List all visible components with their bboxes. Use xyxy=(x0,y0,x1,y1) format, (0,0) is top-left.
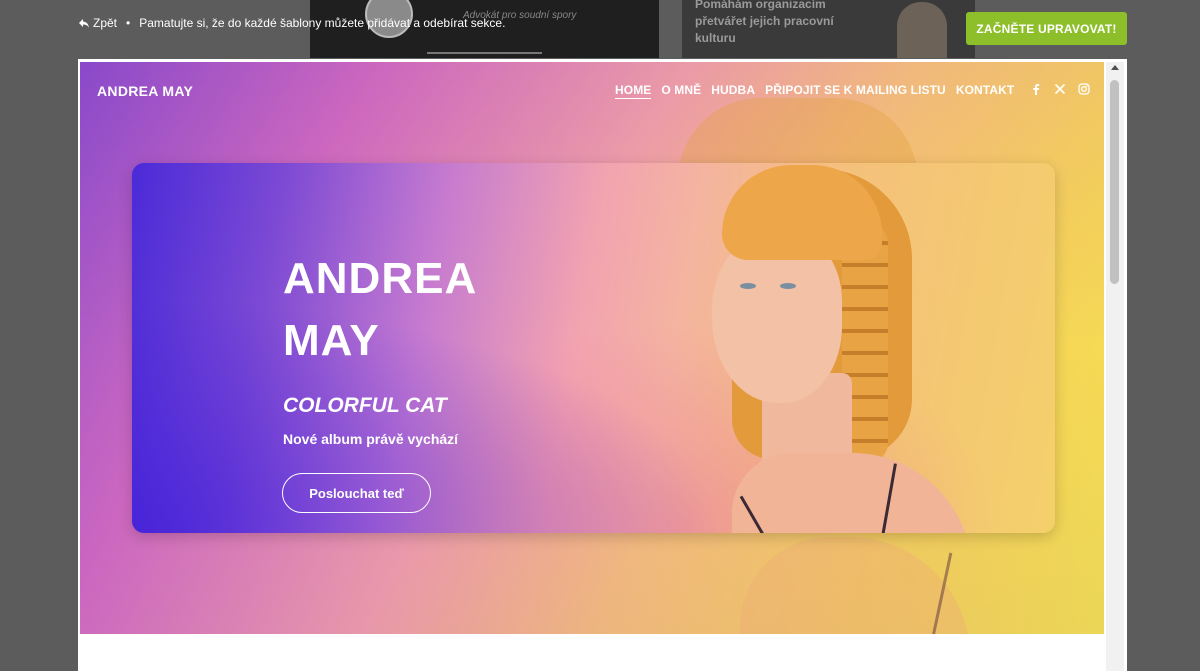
nav-item-home[interactable]: HOME xyxy=(615,83,652,99)
reply-arrow-icon xyxy=(79,19,89,28)
nav-item-music[interactable]: HUDBA xyxy=(711,83,755,99)
instagram-icon[interactable] xyxy=(1078,83,1090,95)
nav-item-contact[interactable]: KONTAKT xyxy=(956,83,1014,99)
facebook-icon[interactable] xyxy=(1030,83,1042,95)
person-image xyxy=(897,2,947,58)
album-title: COLORFUL CAT xyxy=(283,394,447,417)
editor-top-bar: Zpět • Pamatujte si, že do každé šablony… xyxy=(78,16,505,30)
template-card-text: Pomáhám organizacím přetvářet jejich pra… xyxy=(695,0,834,45)
nav-item-about[interactable]: O MNĚ xyxy=(661,83,701,99)
hero-description: Nové album právě vychází xyxy=(283,431,459,447)
hero-title: ANDREA MAY xyxy=(283,254,478,365)
background-template-card: Pomáhám organizacím přetvářet jejich pra… xyxy=(682,0,975,58)
template-preview-frame: ANDREA MAY HOME O MNĚ HUDBA PŘIPOJIT SE … xyxy=(78,59,1127,671)
back-label: Zpět xyxy=(93,16,118,30)
divider xyxy=(427,52,542,54)
site-nav: HOME O MNĚ HUDBA PŘIPOJIT SE K MAILING L… xyxy=(615,83,1014,99)
site-logo[interactable]: ANDREA MAY xyxy=(97,83,193,99)
separator: • xyxy=(126,16,131,30)
social-links xyxy=(1030,83,1090,95)
scrollbar-thumb[interactable] xyxy=(1110,80,1119,284)
listen-now-button[interactable]: Poslouchat teď xyxy=(282,473,431,513)
scroll-up-arrow-icon[interactable] xyxy=(1111,65,1119,70)
artist-photo xyxy=(692,163,1052,533)
editor-notice: Pamatujte si, že do každé šablony můžete… xyxy=(139,16,506,30)
scrollbar[interactable] xyxy=(1106,62,1124,671)
hero-card: ANDREA MAY COLORFUL CAT Nové album právě… xyxy=(132,163,1055,533)
x-icon[interactable] xyxy=(1054,83,1066,95)
back-link[interactable]: Zpět xyxy=(78,16,117,30)
nav-item-mailing-list[interactable]: PŘIPOJIT SE K MAILING LISTU xyxy=(765,83,946,99)
start-editing-button[interactable]: ZAČNĚTE UPRAVOVAT! xyxy=(966,12,1127,45)
site-hero-section: ANDREA MAY HOME O MNĚ HUDBA PŘIPOJIT SE … xyxy=(80,62,1104,634)
